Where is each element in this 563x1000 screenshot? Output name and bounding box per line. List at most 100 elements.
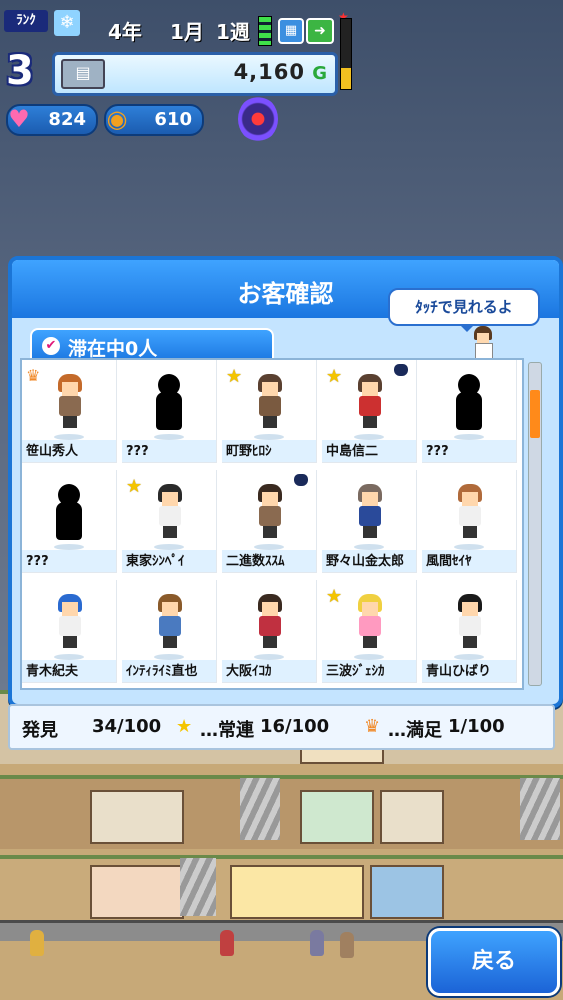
customer-sprite-icon: [56, 594, 84, 650]
money-unit: G: [312, 63, 327, 84]
tab-staying-customers[interactable]: ✔ 滞在中0人: [30, 328, 274, 362]
star-icon: ★: [226, 366, 243, 387]
coins-pill: ◉ 610: [104, 104, 204, 136]
month-label: 1月: [170, 20, 204, 44]
scrollbar[interactable]: [528, 362, 542, 686]
customer-grid[interactable]: ♛ 笹山秀人??? ★ 町野ﾋﾛｼ ★ 中島信二?????? ★ 東家ｼﾝﾍﾟｲ 二進数ｽｽﾑ 野…: [20, 358, 524, 690]
cat-badge-icon: [294, 474, 308, 486]
progress-gauge: [340, 18, 352, 90]
hearts-value: 824: [48, 109, 86, 130]
shop-front: [370, 865, 444, 919]
customer-name: 野々山金太郎: [326, 554, 405, 569]
top-hud: ﾗﾝｸ ❄ 4年 1月 1週 ▦ ➜ ★ 3 ▤ 4,160 G ♥ 824 ◉…: [0, 0, 563, 150]
money-value: 4,160: [233, 60, 305, 84]
customer-card[interactable]: 大阪ｲｺｶ: [222, 580, 317, 683]
customer-sprite-icon: [156, 594, 184, 650]
tab-label: 滞在中0人: [68, 338, 158, 360]
regular-label: …常連: [200, 720, 254, 741]
shop-front: [90, 790, 184, 844]
guide-character-icon: [472, 326, 494, 360]
week-label: 1週: [216, 20, 250, 44]
back-button[interactable]: 戻る: [428, 928, 560, 996]
satisfied-value: 1/100: [448, 716, 505, 737]
rank-number: 3: [6, 48, 34, 94]
shop-front: [230, 865, 364, 919]
unknown-silhouette-icon: [454, 374, 484, 430]
progress-gauge-fill: [341, 68, 351, 89]
customer-name: 風間ｾｲﾔ: [426, 554, 472, 569]
customer-card[interactable]: ★ 中島信二: [322, 360, 417, 463]
customer-name: 三波ｼﾞｪｼｶ: [326, 664, 385, 679]
customer-name: 青木紀夫: [26, 664, 79, 679]
customer-name: ???: [26, 554, 49, 569]
star-icon: ★: [126, 476, 143, 497]
pedestrian: [340, 932, 354, 958]
crown-icon: ♛: [26, 366, 41, 385]
customer-sprite-icon: [456, 484, 484, 540]
customer-card[interactable]: 野々山金太郎: [322, 470, 417, 573]
pedestrian: [310, 930, 324, 956]
year-label: 4年: [108, 20, 142, 44]
customer-sprite-icon: [256, 594, 284, 650]
customer-card[interactable]: ★ 東家ｼﾝﾍﾟｲ: [122, 470, 217, 573]
unknown-silhouette-icon: [154, 374, 184, 430]
customer-sprite-icon: [356, 484, 384, 540]
hearts-pill: ♥ 824: [6, 104, 98, 136]
customer-sprite-icon: [156, 484, 184, 540]
customer-name: 中島信二: [326, 444, 379, 459]
regular-value: 16/100: [260, 716, 330, 737]
scrollbar-thumb[interactable]: [530, 390, 540, 439]
customer-name: 町野ﾋﾛｼ: [226, 444, 272, 459]
customer-card[interactable]: 二進数ｽｽﾑ: [222, 470, 317, 573]
escalator: [520, 778, 560, 840]
customer-card[interactable]: ★ 町野ﾋﾛｼ: [222, 360, 317, 463]
customer-name: 青山ひばり: [426, 664, 492, 679]
customer-card[interactable]: ???: [422, 360, 517, 463]
check-icon: ✔: [42, 337, 60, 355]
shop-front: [300, 790, 374, 844]
customer-card[interactable]: ♛ 笹山秀人: [22, 360, 117, 463]
unknown-silhouette-icon: [54, 484, 84, 540]
collection-stats-bar: 発見 34/100 ★ …常連 16/100 ♛ …満足 1/100: [8, 704, 555, 750]
customer-card[interactable]: ★ 三波ｼﾞｪｼｶ: [322, 580, 417, 683]
shop-front: [90, 865, 184, 919]
rank-label: ﾗﾝｸ: [4, 10, 48, 32]
customer-name: 東家ｼﾝﾍﾟｲ: [126, 554, 185, 569]
customer-card[interactable]: ???: [22, 470, 117, 573]
star-icon: ★: [326, 366, 343, 387]
next-arrow-icon[interactable]: ➜: [306, 18, 334, 44]
money-panel: ▤ 4,160 G: [52, 52, 338, 96]
calendar-icon[interactable]: ▦: [278, 18, 304, 44]
crown-icon: ♛: [364, 716, 381, 737]
star-icon: ★: [326, 586, 343, 607]
coin-icon: ◉: [106, 105, 128, 133]
satisfied-label: …満足: [388, 720, 442, 741]
customer-card[interactable]: 青山ひばり: [422, 580, 517, 683]
heart-icon: ♥: [8, 105, 30, 133]
speed-bars-icon[interactable]: [258, 16, 272, 46]
cash-icon: ▤: [61, 59, 105, 89]
found-label: 発見: [22, 720, 58, 741]
customer-name: 大阪ｲｺｶ: [226, 664, 272, 679]
customer-card[interactable]: ｲﾝﾃｨﾗｲﾐ直也: [122, 580, 217, 683]
coins-value: 610: [154, 109, 192, 130]
pedestrian: [220, 930, 234, 956]
customer-sprite-icon: [256, 374, 284, 430]
mall-floor-middle: [0, 775, 563, 849]
customer-card[interactable]: ???: [122, 360, 217, 463]
snowflake-icon: ❄: [54, 10, 80, 36]
alarm-lamp-icon[interactable]: [238, 96, 278, 142]
customer-card[interactable]: 青木紀夫: [22, 580, 117, 683]
customer-name: 笹山秀人: [26, 444, 79, 459]
customer-name: ???: [426, 444, 449, 459]
customer-name: ???: [126, 444, 149, 459]
customer-sprite-icon: [56, 374, 84, 430]
customer-name: ｲﾝﾃｨﾗｲﾐ直也: [126, 664, 198, 679]
touch-hint-tooltip: ﾀｯﾁで見れるよ: [388, 288, 540, 332]
escalator: [180, 858, 216, 916]
customer-sprite-icon: [256, 484, 284, 540]
customer-sprite-icon: [356, 374, 384, 430]
customer-sprite-icon: [456, 594, 484, 650]
customer-card[interactable]: 風間ｾｲﾔ: [422, 470, 517, 573]
pedestrian: [30, 930, 44, 956]
